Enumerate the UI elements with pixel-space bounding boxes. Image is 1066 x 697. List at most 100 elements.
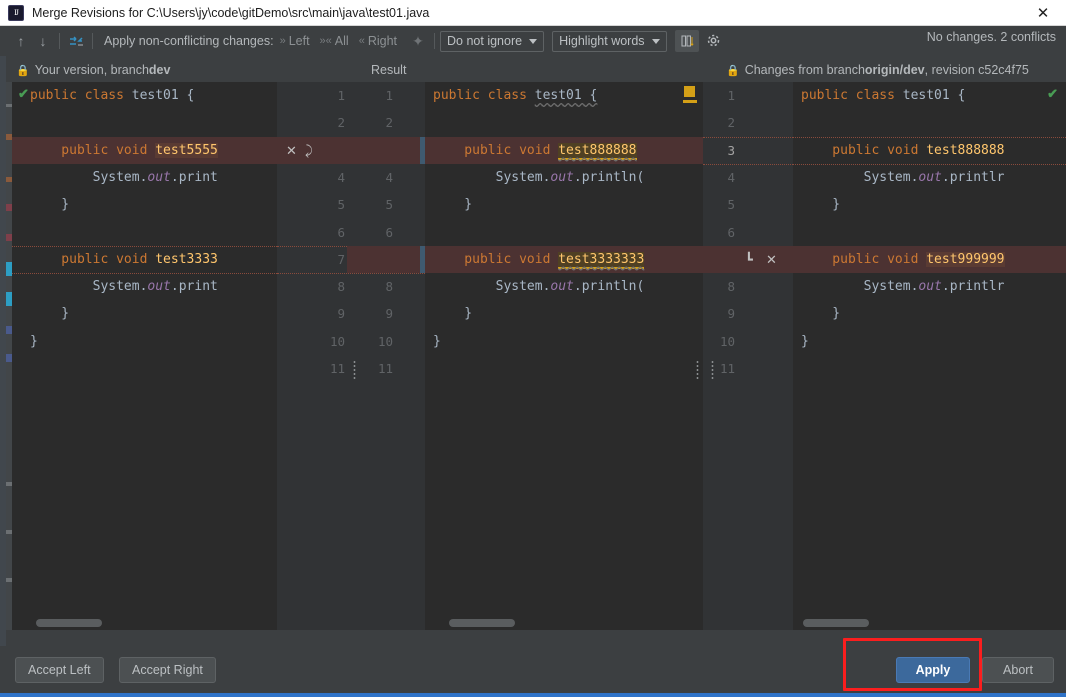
line-number: 10 (329, 333, 345, 349)
collapse-unchanged-button[interactable] (674, 30, 699, 52)
code-line[interactable]: public void test3333 (12, 245, 277, 274)
accept-change-icon[interactable]: ⤸ (305, 137, 313, 164)
code-line[interactable]: System.out.print (30, 273, 277, 300)
code-line[interactable]: System.out.println( (433, 273, 703, 300)
gear-icon[interactable] (703, 30, 725, 52)
left-gutter-drag-handle[interactable] (353, 360, 356, 380)
code-token: test3333333 (558, 251, 645, 269)
right-header-branch: origin/dev (864, 63, 925, 77)
chevron-right-double-icon: » (279, 35, 286, 47)
ignore-policy-dropdown[interactable]: Do not ignore (440, 30, 545, 52)
result-gutter-drag-handle[interactable] (696, 360, 699, 380)
code-line[interactable]: public void test999999 (793, 245, 1066, 274)
left-header-branch: dev (148, 63, 171, 77)
line-number: 6 (727, 224, 735, 240)
arrow-down-icon[interactable]: ↓ (32, 30, 54, 52)
remove-change-icon[interactable]: ✕ (766, 246, 777, 273)
left-result-gutter[interactable]: 12345678910111234567891011 ✕ ⤸ (277, 82, 425, 630)
code-token: .printlr (941, 169, 1005, 185)
right-gutter-drag-handle[interactable] (711, 360, 714, 380)
line-number: 9 (727, 306, 735, 322)
code-line[interactable]: } (30, 328, 277, 355)
apply-button[interactable]: Apply (896, 657, 970, 683)
chevron-both-icon: »« (319, 35, 332, 47)
code-line[interactable]: } (801, 328, 1066, 355)
close-icon[interactable]: ✕ (1020, 0, 1066, 26)
code-line[interactable]: public class test01 { (433, 82, 703, 109)
code-line[interactable]: System.out.printlr (801, 273, 1066, 300)
code-line[interactable]: public class test01 { (30, 82, 277, 109)
code-token: System. (30, 279, 148, 295)
result-pane[interactable]: public class test01 { public void test88… (425, 82, 703, 630)
code-line[interactable] (801, 355, 1066, 382)
code-line[interactable]: } (30, 300, 277, 327)
right-pane-hscrollbar[interactable] (803, 619, 869, 627)
code-token: .print (170, 169, 218, 185)
code-line[interactable]: } (801, 191, 1066, 218)
green-check-icon: ✔ (18, 86, 29, 101)
left-version-pane[interactable]: public class test01 { public void test55… (12, 82, 277, 630)
code-line[interactable]: } (30, 191, 277, 218)
code-line[interactable] (30, 109, 277, 136)
line-number: 4 (385, 169, 393, 185)
highlight-policy-dropdown[interactable]: Highlight words (552, 30, 667, 52)
intellij-idea-icon: IJ (8, 4, 24, 21)
code-token: public class (30, 88, 132, 103)
left-pane-header: 🔒 Your version, branch dev (16, 58, 170, 82)
code-token: System. (433, 279, 551, 295)
magic-wand-icon[interactable]: ✦ (407, 30, 429, 52)
code-line[interactable]: System.out.println( (433, 164, 703, 191)
gold-marker-underline-icon (683, 100, 697, 103)
code-line[interactable]: } (433, 191, 703, 218)
code-token: public void (30, 251, 156, 267)
code-line[interactable] (30, 218, 277, 245)
left-pane-hscrollbar[interactable] (36, 619, 102, 627)
dialog-button-bar: Accept Left Accept Right Apply Abort (0, 646, 1066, 693)
result-pane-hscrollbar[interactable] (449, 619, 515, 627)
line-number: 2 (337, 115, 345, 131)
line-number: 1 (385, 88, 393, 103)
line-number: 4 (337, 169, 345, 185)
abort-button[interactable]: Abort (982, 657, 1054, 683)
code-line[interactable] (433, 355, 703, 382)
code-line[interactable]: System.out.print (30, 164, 277, 191)
apply-left-label: Left (288, 34, 310, 48)
code-token: } (801, 197, 841, 213)
code-token: .printlr (941, 279, 1005, 295)
code-line[interactable] (433, 218, 703, 245)
code-line[interactable] (30, 355, 277, 382)
code-line[interactable] (801, 109, 1066, 136)
accept-left-button[interactable]: Accept Left (15, 657, 104, 683)
left-gutter-conflict-row (277, 136, 425, 164)
code-line[interactable]: public void test888888 (793, 136, 1066, 165)
code-line[interactable]: } (433, 300, 703, 327)
code-line[interactable]: } (433, 328, 703, 355)
code-line[interactable] (433, 109, 703, 136)
code-line[interactable]: public void test3333333 (425, 245, 703, 274)
apply-right-button[interactable]: « Right (359, 34, 397, 48)
apply-left-button[interactable]: » Left (280, 34, 310, 48)
line-number: 10 (719, 333, 735, 349)
arrow-up-icon[interactable]: ↑ (10, 30, 32, 52)
code-line[interactable]: } (801, 300, 1066, 327)
accept-right-button[interactable]: Accept Right (119, 657, 216, 683)
lock-icon: 🔒 (726, 64, 740, 77)
window-left-edge (0, 56, 6, 646)
accept-change-icon[interactable]: ┗ (745, 246, 753, 273)
window-title: Merge Revisions for C:\Users\jy\code\git… (32, 5, 430, 20)
code-line[interactable]: public void test888888 (425, 136, 703, 164)
gold-marker-icon (684, 86, 695, 97)
code-line[interactable]: System.out.printlr (801, 164, 1066, 191)
code-line[interactable]: public void test5555 (12, 136, 277, 164)
apply-all-button[interactable]: »« All (320, 34, 349, 48)
apply-non-conflicting-icon[interactable] (65, 30, 87, 52)
code-line[interactable]: public class test01 { (801, 82, 1066, 109)
lock-icon: 🔒 (16, 64, 30, 77)
right-version-pane[interactable]: public class test01 { public void test88… (793, 82, 1066, 630)
code-line[interactable] (801, 218, 1066, 245)
remove-change-icon[interactable]: ✕ (286, 137, 297, 164)
line-number: 2 (727, 115, 735, 131)
right-result-gutter[interactable]: 1234567891011 ┗ ✕ (703, 82, 793, 630)
code-token: System. (30, 169, 148, 185)
code-token: out (550, 279, 574, 295)
